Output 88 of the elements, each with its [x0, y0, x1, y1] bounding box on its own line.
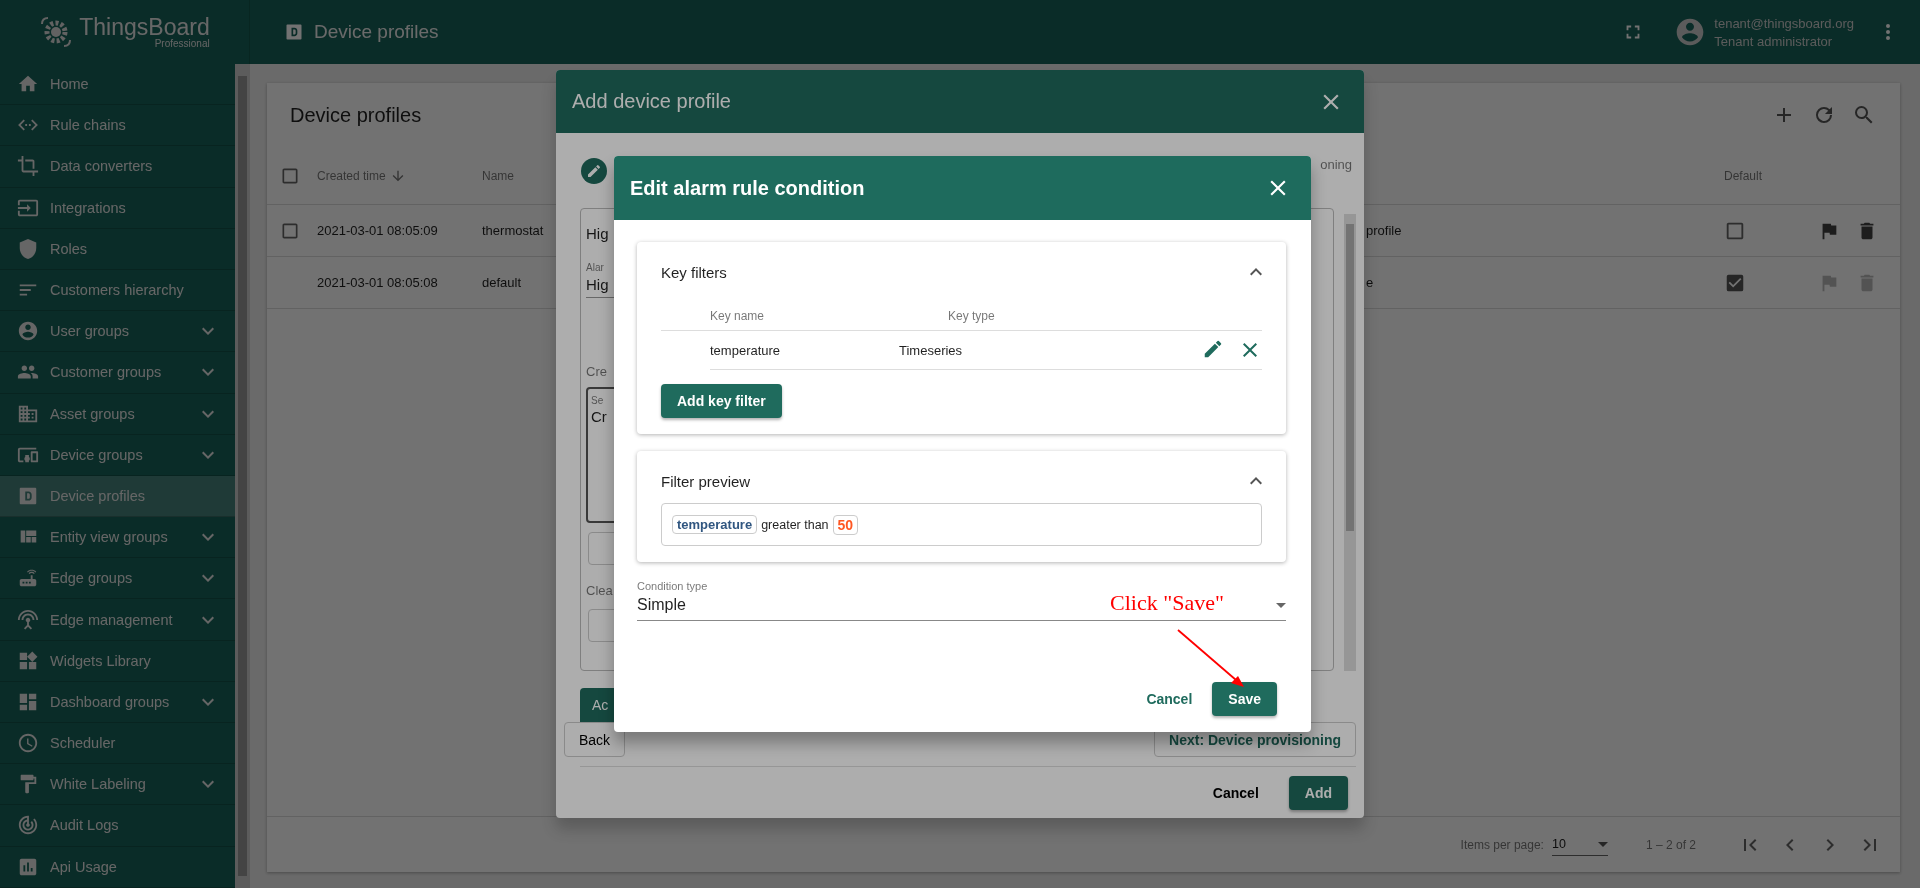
edit-icon[interactable]: [1202, 338, 1224, 360]
save-button[interactable]: Save: [1212, 682, 1277, 716]
page-title: Device profiles: [314, 21, 439, 43]
sidebar-item[interactable]: Device groups: [0, 434, 235, 476]
sidebar-item[interactable]: Audit Logs: [0, 805, 235, 847]
badge-icon: [284, 22, 304, 42]
panel-title: Key filters: [661, 263, 727, 281]
dropdown-arrow-icon: [1597, 841, 1608, 847]
table-cell-text: Timeseries: [899, 342, 964, 358]
column-header: Key type: [948, 309, 996, 323]
step-icon[interactable]: [581, 157, 607, 184]
sidebar-item[interactable]: Edge management: [0, 599, 235, 641]
card-title: Device profiles: [290, 103, 422, 127]
panel-title: Filter preview: [661, 472, 751, 490]
alarm-type: Hig: [586, 225, 609, 242]
sidebar-item[interactable]: Api Usage: [0, 846, 235, 888]
shield-icon: [17, 237, 39, 260]
back-button[interactable]: Back: [564, 722, 626, 757]
sidebar-item[interactable]: Customer groups: [0, 352, 235, 394]
user-role: Tenant administrator: [1714, 33, 1834, 49]
scrollbar[interactable]: [1344, 214, 1356, 671]
widgets-icon: [17, 649, 39, 672]
dialog-title: Edit alarm rule condition: [630, 176, 866, 200]
chevron-down-icon[interactable]: [202, 574, 214, 583]
brand-name: ThingsBoard: [79, 15, 210, 39]
section-label: Clea: [586, 583, 613, 598]
table-cell: 2021-03-01 08:05:09: [317, 223, 438, 238]
target-icon: [17, 814, 39, 837]
brand-edition: Professional: [154, 38, 210, 49]
dropdown-arrow-icon: [1276, 602, 1286, 608]
crop-icon: [17, 155, 39, 178]
paginator-label: Items per page:: [1460, 837, 1544, 852]
page-range: 1 – 2 of 2: [1645, 837, 1696, 852]
table-cell: thermostat: [482, 223, 544, 238]
value-chip: 50: [832, 514, 859, 535]
cancel-button[interactable]: Cancel: [1138, 683, 1201, 715]
column-header[interactable]: Name: [482, 168, 514, 183]
operation-text: greater than: [761, 517, 829, 532]
antenna-icon: [17, 608, 39, 631]
field-value: Hig: [586, 276, 609, 293]
key-chip: temperature: [672, 515, 758, 534]
sidebar-item[interactable]: Edge groups: [0, 558, 235, 600]
annotation-arrow: [1177, 629, 1244, 687]
sidebar-item[interactable]: Integrations: [0, 187, 235, 229]
logo-icon: [39, 15, 74, 49]
table-cell: e: [1366, 275, 1374, 290]
chevron-down-icon[interactable]: [202, 533, 214, 542]
sidebar-item[interactable]: Widgets Library: [0, 640, 235, 682]
sidebar-item[interactable]: Home: [0, 64, 235, 106]
table-cell: profile: [1366, 223, 1402, 238]
chevron-down-icon[interactable]: [202, 697, 214, 706]
add-key-filter-button[interactable]: Add key filter: [661, 384, 782, 418]
field-label: Condition type: [637, 580, 709, 592]
chevron-down-icon[interactable]: [202, 368, 214, 377]
field-label: Alar: [586, 262, 604, 273]
column-header: Key name: [710, 309, 766, 323]
clock-icon: [17, 732, 39, 755]
chevron-down-icon[interactable]: [202, 327, 214, 336]
sidebar-item[interactable]: Dashboard groups: [0, 681, 235, 723]
dialog-title: Add device profile: [572, 90, 732, 113]
pencil-icon: [586, 162, 602, 179]
field-label: Se: [591, 395, 604, 406]
sidebar-item[interactable]: User groups: [0, 311, 235, 353]
chevron-down-icon[interactable]: [202, 450, 214, 459]
table-cell: 2021-03-01 08:05:08: [317, 275, 438, 290]
chevron-down-icon[interactable]: [202, 615, 214, 624]
sidebar-item[interactable]: Entity view groups: [0, 517, 235, 559]
field-value: Cr: [591, 408, 607, 425]
add-button[interactable]: Add: [1288, 776, 1348, 810]
section-label: Cre: [586, 364, 607, 379]
chevron-down-icon[interactable]: [202, 780, 214, 789]
scrollbar[interactable]: [235, 64, 250, 888]
table-cell: default: [482, 275, 522, 290]
column-header[interactable]: Created time: [317, 168, 386, 183]
annotation-text: Click "Save": [1110, 590, 1224, 616]
table-cell-text: temperature: [710, 342, 782, 358]
user-email: tenant@thingsboard.org: [1714, 15, 1854, 31]
cancel-button[interactable]: Cancel: [1204, 777, 1267, 809]
chevron-icon[interactable]: [1250, 268, 1262, 276]
sidebar-item[interactable]: Roles: [0, 228, 235, 270]
chevron-icon[interactable]: [1250, 477, 1262, 485]
sidebar-item[interactable]: White Labeling: [0, 764, 235, 806]
sidebar-item[interactable]: Asset groups: [0, 393, 235, 435]
page-size-select[interactable]: 10: [1551, 833, 1608, 856]
user-icon: [17, 320, 39, 343]
chevron-down-icon[interactable]: [202, 409, 214, 418]
column-header[interactable]: Default: [1724, 168, 1763, 183]
step-label[interactable]: oning: [1320, 157, 1352, 172]
